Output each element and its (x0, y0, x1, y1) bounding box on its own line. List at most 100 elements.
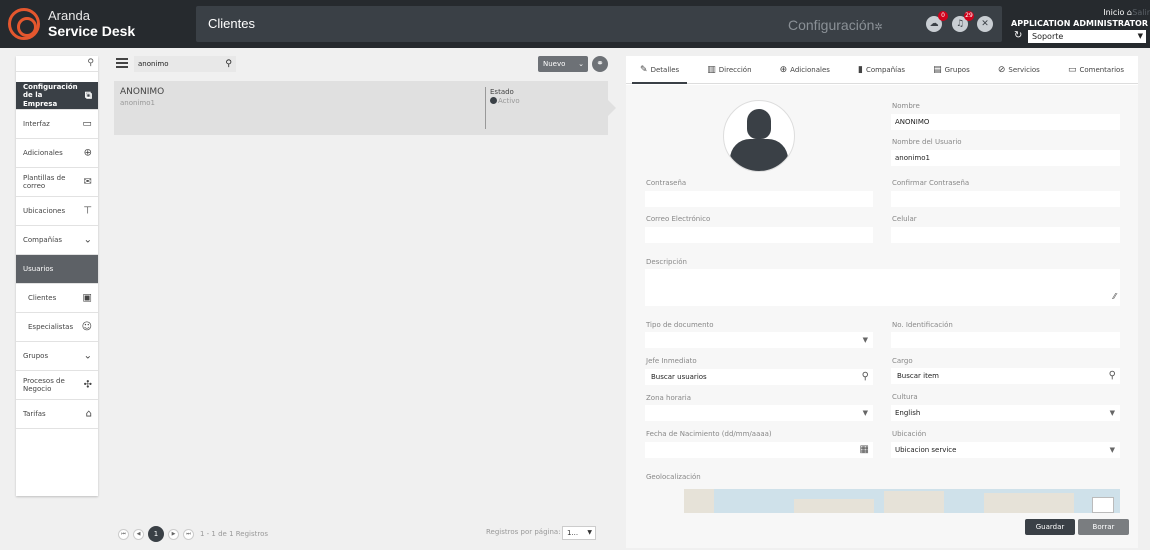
last-page-icon[interactable]: ⏭ (183, 528, 194, 540)
jefe-search-input[interactable]: Buscar usuarios ⚲ (645, 369, 873, 385)
sidebar-item-procesos-negocio[interactable]: Procesos de Negocio ✣ (16, 371, 98, 400)
pagination: ⏮ ◀ 1 ▶ ⏭ 1 - 1 de 1 Registros (118, 526, 268, 542)
tab-label: Comentarios (1079, 65, 1124, 74)
sidebar-item-grupos[interactable]: Grupos ⌄ (16, 342, 98, 371)
sidebar-item-configuracion-empresa[interactable]: Configuración de la Empresa ⧉ (16, 82, 98, 110)
sidebar-item-label: Grupos (23, 352, 49, 360)
ubicacion-select[interactable]: Ubicacion service ▼ (891, 442, 1120, 458)
ubicacion-label: Ubicación (892, 430, 927, 438)
sidebar-item-ubicaciones[interactable]: Ubicaciones ⊤ (16, 197, 98, 226)
sidebar-item-especialistas[interactable]: Especialistas ☺ (16, 313, 98, 342)
sidebar-item-label: Procesos de Negocio (23, 376, 65, 393)
sidebar-item-label: Tarifas (23, 410, 46, 418)
home-label: Inicio (1103, 8, 1125, 17)
logo-text-bottom: Service Desk (48, 23, 136, 39)
first-page-icon[interactable]: ⏮ (118, 528, 129, 540)
project-select[interactable]: Soporte ▼ (1028, 30, 1146, 43)
cultura-value: English (895, 409, 921, 417)
tipo-doc-select[interactable]: ▼ (645, 332, 873, 348)
fecha-label: Fecha de Nacimiento (dd/mm/aaaa) (646, 430, 772, 438)
record-name: ANONIMO (120, 87, 165, 97)
caret-down-icon: ▼ (1137, 32, 1143, 40)
sidebar-item-usuarios[interactable]: Usuarios (16, 255, 98, 284)
sidebar-item-clientes[interactable]: Clientes ▣ (16, 284, 98, 313)
configuration-link[interactable]: Configuración✲ (788, 17, 883, 33)
building-icon: ▥ (707, 64, 716, 75)
usuario-field[interactable]: anonimo1 (891, 150, 1120, 166)
map-land (794, 499, 874, 513)
sidebar-item-companias[interactable]: Compañías ⌄ (16, 226, 98, 255)
avatar[interactable] (723, 100, 795, 172)
comment-icon: ▭ (1067, 64, 1077, 75)
next-page-icon[interactable]: ▶ (168, 528, 179, 540)
sidebar-item-label: Adicionales (23, 149, 63, 157)
identificacion-field[interactable] (891, 332, 1120, 348)
correo-label: Correo Electrónico (646, 215, 711, 223)
sidebar-item-adicionales[interactable]: Adicionales ⊕ (16, 139, 98, 168)
tab-label: Dirección (718, 65, 752, 74)
celular-field[interactable] (891, 227, 1120, 243)
contrasena-field[interactable] (645, 191, 873, 207)
contrasena-label: Contraseña (646, 179, 687, 187)
refresh-icon[interactable]: ↻ (1014, 30, 1022, 41)
confirmar-label: Confirmar Contraseña (892, 179, 970, 187)
tab-label: Grupos (944, 65, 970, 74)
bell-icon[interactable]: ♫ 29 (952, 11, 974, 32)
sidebar-search[interactable]: ⚲ (16, 56, 98, 72)
cargo-search-input[interactable]: Buscar item ⚲ (891, 368, 1120, 384)
sidebar-item-plantillas-correo[interactable]: Plantillas de correo ✉ (16, 168, 98, 197)
tab-grupos[interactable]: ▤ Grupos (919, 56, 984, 83)
aranda-logo[interactable]: Aranda Service Desk (8, 6, 198, 42)
correo-field[interactable] (645, 227, 873, 243)
pagination-info: 1 - 1 de 1 Registros (200, 530, 269, 538)
map-land (684, 489, 714, 513)
record-username: anonimo1 (120, 99, 155, 107)
detail-panel: ✎ Detalles ▥ Dirección ⊕ Adicionales ▮ Compa… (626, 56, 1138, 548)
list-search-input[interactable]: anonimo ⚲ (134, 56, 236, 72)
cultura-select[interactable]: English ▼ (891, 405, 1120, 421)
nombre-field[interactable]: ANONIMO (891, 114, 1120, 130)
zona-select[interactable]: ▼ (645, 405, 873, 421)
per-page-select[interactable]: 1... ▼ (562, 526, 596, 540)
tab-servicios[interactable]: ⊘ Servicios (984, 56, 1054, 83)
tab-comentarios[interactable]: ▭ Comentarios (1054, 56, 1138, 83)
home-link[interactable]: Inicio ⌂ (1103, 8, 1132, 17)
descripcion-textarea[interactable]: ⁄⁄ (645, 269, 1120, 306)
sidebar-item-label: Ubicaciones (23, 207, 66, 215)
tab-adicionales[interactable]: ⊕ Adicionales (766, 56, 844, 83)
tools-icon[interactable]: ✕ (977, 16, 993, 32)
download-notifications-icon[interactable]: ☁ 0 (926, 11, 948, 32)
tab-direccion[interactable]: ▥ Dirección (693, 56, 765, 83)
status-dot-icon (490, 97, 497, 104)
prev-page-icon[interactable]: ◀ (133, 528, 144, 540)
chevron-down-icon: ⌄ (578, 60, 584, 68)
save-button[interactable]: Guardar (1025, 519, 1075, 535)
caret-down-icon: ▼ (862, 336, 868, 344)
geolocation-map[interactable] (684, 489, 1120, 513)
list-item[interactable]: ANONIMO anonimo1 Estado Activo (114, 81, 616, 135)
fecha-field[interactable]: ▦ (645, 442, 873, 458)
confirmar-field[interactable] (891, 191, 1120, 207)
map-zoom-control[interactable] (1092, 497, 1114, 513)
search-icon[interactable]: ⚲ (862, 369, 869, 385)
current-page[interactable]: 1 (148, 526, 164, 542)
logout-link[interactable]: Salir (1132, 8, 1150, 17)
sidebar-item-interfaz[interactable]: Interfaz ▭ (16, 110, 98, 139)
tab-detalles[interactable]: ✎ Detalles (626, 56, 693, 84)
search-icon[interactable]: ⚲ (1109, 368, 1116, 384)
sidebar-item-tarifas[interactable]: Tarifas ⌂ (16, 400, 98, 429)
tab-companias[interactable]: ▮ Compañías (844, 56, 919, 83)
home-icon: ⌂ (1126, 8, 1132, 17)
resize-handle-icon[interactable]: ⁄⁄ (1113, 289, 1116, 305)
configuration-label: Configuración (788, 17, 875, 33)
link-icon[interactable]: ⚭ (592, 56, 608, 72)
delete-button[interactable]: Borrar (1078, 519, 1129, 535)
record-state-label: Estado (490, 88, 514, 96)
sidebar-item-label: Interfaz (23, 120, 50, 128)
calendar-icon[interactable]: ▦ (860, 442, 869, 458)
new-button[interactable]: Nuevo ⌄ (538, 56, 588, 72)
menu-icon[interactable] (116, 58, 128, 68)
tab-label: Servicios (1008, 65, 1040, 74)
nombre-value: ANONIMO (895, 118, 930, 126)
search-icon[interactable]: ⚲ (225, 56, 232, 72)
